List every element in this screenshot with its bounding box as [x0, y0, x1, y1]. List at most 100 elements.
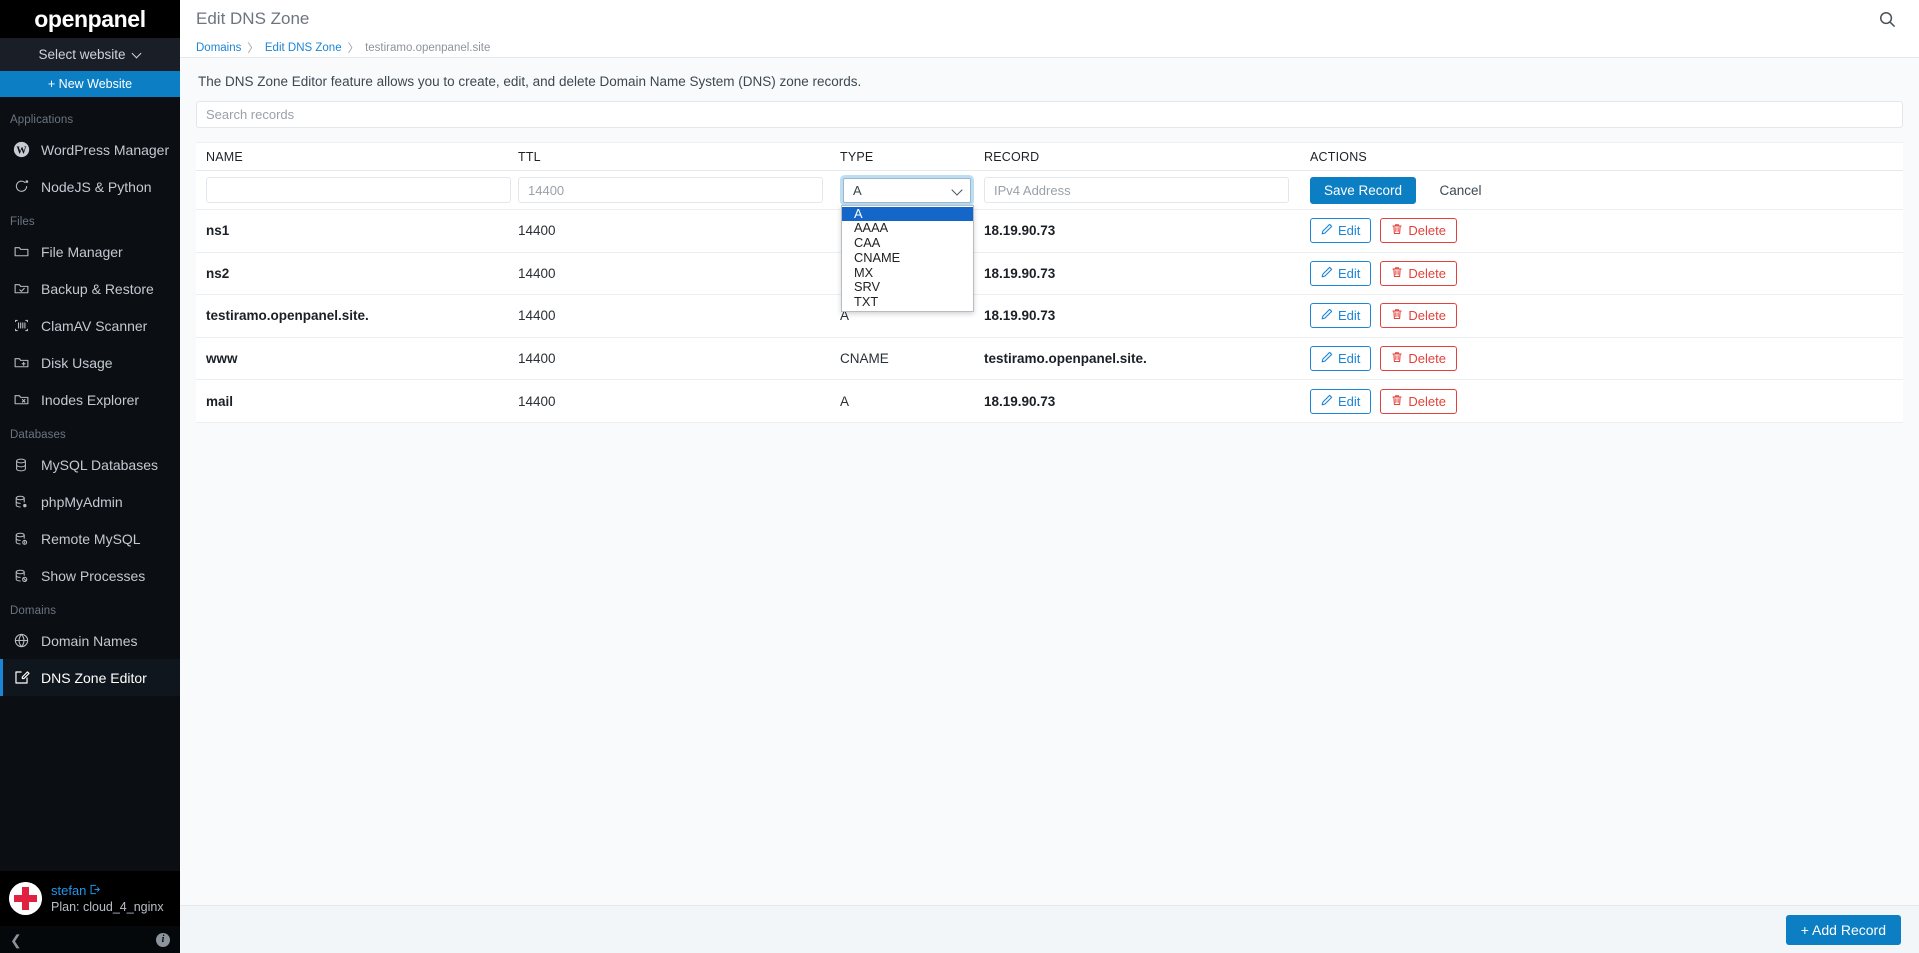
record-type-select-box[interactable]: A — [843, 177, 971, 203]
sidebar-item-label: WordPress Manager — [41, 141, 170, 158]
website-selector[interactable]: Select website — [0, 38, 180, 71]
breadcrumb-separator: 〉 — [347, 42, 360, 55]
sidebar-item-phpmyadmin[interactable]: phpMyAdmin — [0, 483, 180, 520]
cell-actions: Edit Delete — [1310, 260, 1903, 286]
add-record-button[interactable]: + Add Record — [1785, 914, 1901, 945]
edit-button-label: Edit — [1338, 393, 1361, 409]
delete-button[interactable]: Delete — [1380, 218, 1457, 244]
cell-name: ns1 — [206, 223, 230, 239]
user-name[interactable]: stefan — [51, 883, 164, 898]
new-record-value-input[interactable] — [984, 177, 1289, 203]
sidebar-section-title: Databases — [10, 429, 66, 441]
sidebar-item-clamav-scanner[interactable]: ClamAV Scanner — [0, 307, 180, 344]
search-icon[interactable] — [1878, 10, 1897, 29]
edit-button[interactable]: Edit — [1310, 218, 1372, 244]
edit-square-icon — [12, 669, 30, 687]
delete-button[interactable]: Delete — [1380, 346, 1457, 372]
user-plan: Plan: cloud_4_nginx — [51, 900, 164, 914]
delete-button[interactable]: Delete — [1380, 260, 1457, 286]
chevron-left-icon[interactable]: ❮ — [10, 933, 22, 947]
breadcrumb-item-current: testiramo.openpanel.site — [365, 41, 491, 54]
cell-ttl: 14400 — [518, 308, 556, 324]
delete-button-label: Delete — [1408, 393, 1446, 409]
new-website-label: + New Website — [47, 77, 133, 91]
sidebar-item-label: File Manager — [41, 243, 123, 260]
topbar: Edit DNS Zone — [180, 0, 1919, 38]
record-type-option-srv[interactable]: SRV — [842, 280, 973, 295]
new-record-ttl-input[interactable] — [518, 177, 823, 203]
sidebar-item-remote-mysql[interactable]: Remote MySQL — [0, 520, 180, 557]
edit-button[interactable]: Edit — [1310, 260, 1372, 286]
trash-icon — [1391, 394, 1403, 409]
logout-icon[interactable] — [89, 883, 101, 898]
delete-button[interactable]: Delete — [1380, 303, 1457, 329]
sidebar-item-nodejs-python[interactable]: NodeJS & Python — [0, 168, 180, 205]
sidebar-item-disk-usage[interactable]: Disk Usage — [0, 344, 180, 381]
edit-button[interactable]: Edit — [1310, 303, 1372, 329]
page-title: Edit DNS Zone — [196, 9, 310, 28]
sidebar-item-wordpress-manager[interactable]: W WordPress Manager — [0, 131, 180, 168]
record-type-options-menu[interactable]: A AAAA CAA CNAME MX SRV TXT — [841, 204, 974, 313]
record-type-option-caa[interactable]: CAA — [842, 235, 973, 251]
new-website-button[interactable]: + New Website — [0, 71, 180, 97]
edit-button[interactable]: Edit — [1310, 388, 1372, 414]
brand-logo[interactable]: openpanel — [0, 0, 180, 38]
breadcrumb-item-domains[interactable]: Domains — [196, 42, 241, 54]
pencil-icon — [1321, 308, 1333, 323]
user-name-text: stefan — [51, 883, 87, 898]
record-type-option-mx[interactable]: MX — [842, 265, 973, 281]
database-block-icon — [12, 567, 30, 585]
delete-button-label: Delete — [1408, 265, 1446, 281]
record-type-option-cname[interactable]: CNAME — [842, 250, 973, 266]
delete-button-label: Delete — [1408, 351, 1446, 367]
cell-record: 18.19.90.73 — [984, 393, 1056, 409]
sidebar-item-file-manager[interactable]: File Manager — [0, 233, 180, 270]
new-record-name-cell — [196, 177, 518, 203]
database-gear-icon — [12, 493, 30, 511]
cell-ttl: 14400 — [518, 265, 556, 281]
save-record-button[interactable]: Save Record — [1310, 176, 1417, 204]
record-type-option-txt[interactable]: TXT — [842, 294, 973, 310]
breadcrumb: Domains 〉 Edit DNS Zone 〉 testiramo.open… — [180, 38, 1919, 58]
trash-icon — [1391, 308, 1403, 323]
nodejs-icon — [12, 178, 30, 196]
table-body: ns1 14400 18.19.90.73 Edit Delete ns2 14400 18.… — [196, 210, 1903, 423]
new-record-name-input[interactable] — [206, 177, 511, 203]
sidebar-item-mysql-databases[interactable]: MySQL Databases — [0, 446, 180, 483]
sidebar-item-label: ClamAV Scanner — [41, 317, 148, 334]
cell-ttl: 14400 — [518, 393, 556, 409]
records-table: NAME TTL TYPE RECORD ACTIONS 14400 A A A… — [196, 142, 1903, 423]
cell-ttl: 14400 — [518, 223, 556, 239]
user-meta: stefan Plan: cloud_4_nginx — [51, 883, 164, 914]
intro-text: The DNS Zone Editor feature allows you t… — [198, 74, 862, 89]
cancel-button[interactable]: Cancel — [1440, 183, 1482, 198]
breadcrumb-item-edit-dns-zone[interactable]: Edit DNS Zone — [265, 42, 342, 54]
cell-record: 18.19.90.73 — [984, 265, 1056, 281]
info-icon[interactable]: i — [156, 932, 170, 947]
bottom-bar: + Add Record — [180, 905, 1919, 953]
record-type-option-aaaa[interactable]: AAAA — [842, 220, 973, 236]
sidebar-item-backup-restore[interactable]: Backup & Restore — [0, 270, 180, 307]
sidebar-item-show-processes[interactable]: Show Processes — [0, 557, 180, 594]
edit-button[interactable]: Edit — [1310, 346, 1372, 372]
sidebar-item-domain-names[interactable]: Domain Names — [0, 622, 180, 659]
sidebar-item-inodes-explorer[interactable]: Inodes Explorer — [0, 381, 180, 418]
trash-icon — [1391, 351, 1403, 366]
delete-button[interactable]: Delete — [1380, 388, 1457, 414]
folder-plus-icon — [12, 354, 30, 372]
cell-type: CNAME — [840, 351, 889, 367]
column-header-actions: ACTIONS — [1310, 149, 1367, 164]
search-input[interactable] — [196, 101, 1903, 128]
content: The DNS Zone Editor feature allows you t… — [180, 58, 1919, 905]
table-row: ns2 14400 18.19.90.73 Edit Delete — [196, 252, 1903, 296]
table-row: testiramo.openpanel.site. 14400 A 18.19.90.… — [196, 295, 1903, 338]
scanner-icon — [12, 317, 30, 335]
delete-button-label: Delete — [1408, 308, 1446, 324]
user-box[interactable]: stefan Plan: cloud_4_nginx — [0, 871, 180, 926]
sidebar-item-dns-zone-editor[interactable]: DNS Zone Editor — [0, 659, 180, 696]
cell-record: testiramo.openpanel.site. — [984, 351, 1147, 367]
record-type-option-a[interactable]: A — [842, 206, 973, 222]
record-type-select-host: A A AAAA CAA CNAME MX SRV TXT — [840, 174, 974, 313]
edit-button-label: Edit — [1338, 351, 1361, 367]
record-type-select[interactable]: A — [840, 174, 974, 206]
